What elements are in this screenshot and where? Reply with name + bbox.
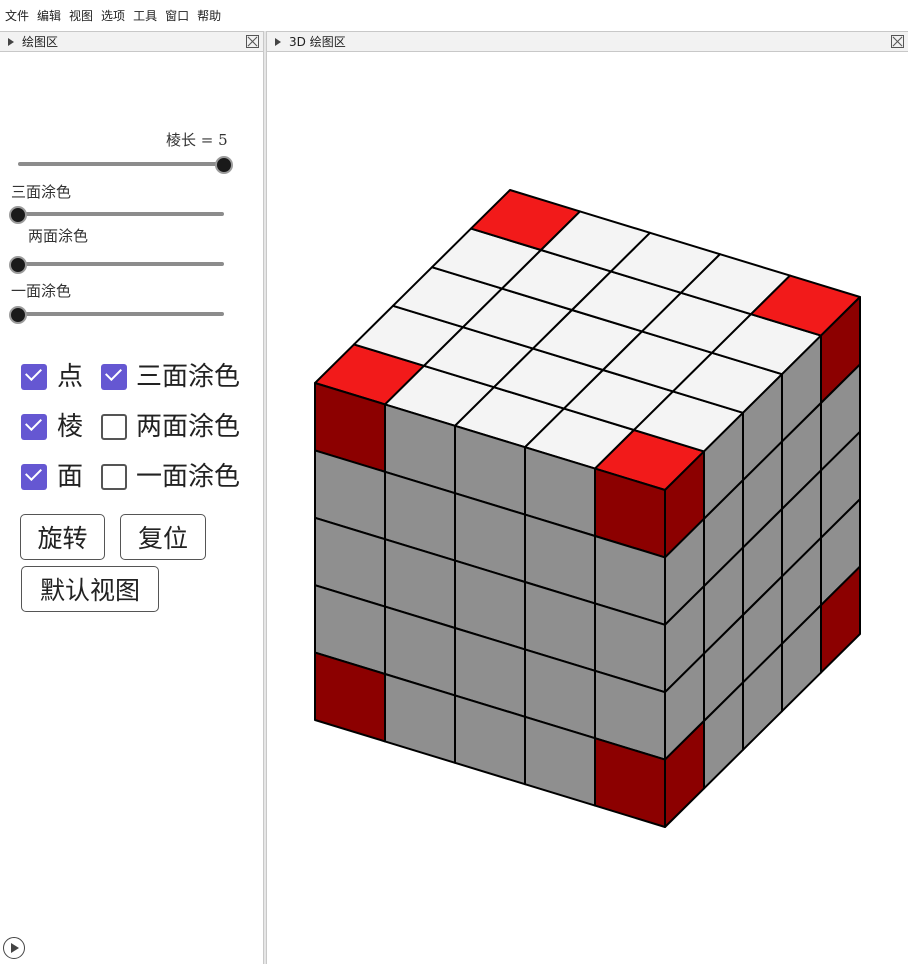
cube-3d-view[interactable]	[0, 0, 908, 964]
